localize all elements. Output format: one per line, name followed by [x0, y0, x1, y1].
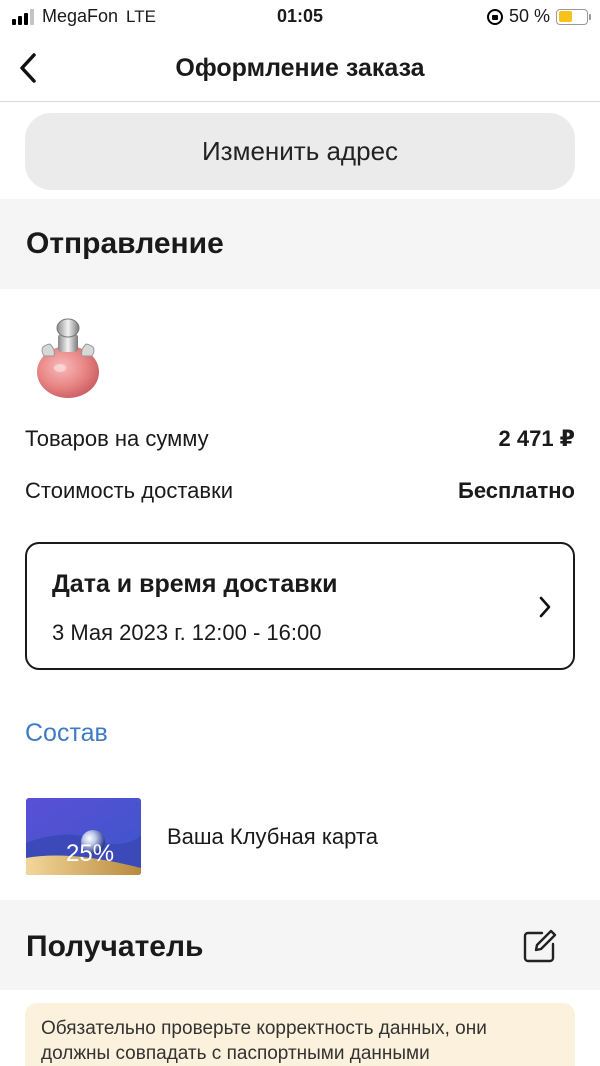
delivery-datetime-card[interactable]: Дата и время доставки 3 Мая 2023 г. 12:0… [25, 542, 575, 670]
page-title: Оформление заказа [175, 54, 425, 82]
goods-total-row: Товаров на сумму 2 471 ₽ [25, 426, 575, 452]
recipient-title: Получатель [26, 930, 204, 963]
club-card-discount: 25% [66, 840, 115, 867]
edit-icon[interactable] [522, 928, 558, 964]
product-image[interactable] [30, 316, 106, 400]
delivery-datetime-title: Дата и время доставки [52, 570, 338, 598]
goods-total-label: Товаров на сумму [25, 426, 209, 451]
delivery-cost-row: Стоимость доставки Бесплатно [25, 478, 575, 504]
delivery-cost-value: Бесплатно [458, 478, 575, 503]
battery-level [558, 11, 572, 22]
rotation-lock-icon [486, 8, 503, 25]
chevron-right-icon [535, 594, 555, 620]
battery-percent: 50 % [508, 6, 550, 26]
nav-bar: Оформление заказа [0, 34, 600, 102]
shipment-title: Отправление [26, 227, 224, 260]
recipient-section-header: Получатель [0, 900, 600, 990]
club-card-label: Ваша Клубная карта [167, 824, 378, 849]
recipient-warning: Обязательно проверьте корректность данны… [25, 1003, 575, 1066]
delivery-cost-label: Стоимость доставки [25, 478, 233, 503]
club-card-image: 25% [26, 798, 141, 875]
battery-icon [556, 8, 591, 25]
delivery-datetime-value: 3 Мая 2023 г. 12:00 - 16:00 [52, 620, 322, 645]
shipment-section-header: Отправление [0, 199, 600, 289]
change-address-button[interactable]: Изменить адрес [25, 113, 575, 190]
status-right: 50 % [486, 6, 591, 27]
goods-total-value: 2 471 ₽ [498, 426, 575, 451]
composition-link[interactable]: Состав [25, 719, 108, 748]
status-bar: MegaFon LTE 01:05 50 % [0, 0, 600, 34]
